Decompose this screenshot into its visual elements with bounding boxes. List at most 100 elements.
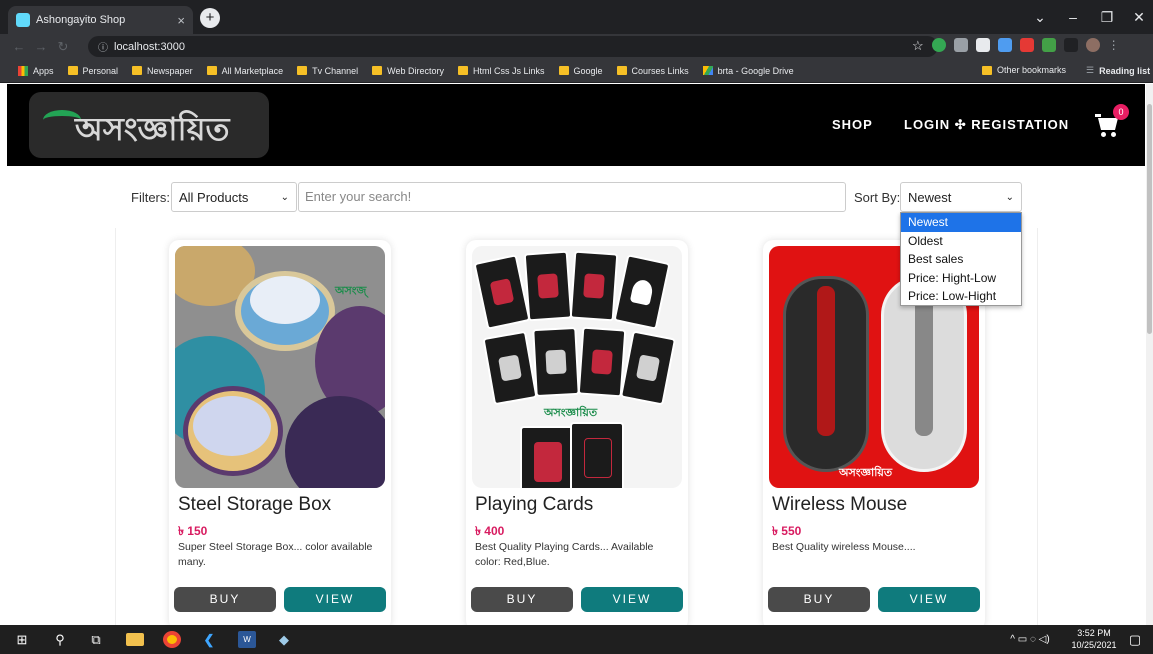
nav-login-registration-link[interactable]: LOGIN ✣ REGISTATION bbox=[904, 117, 1069, 133]
folder-icon bbox=[297, 66, 308, 75]
site-logo[interactable]: অসংজ্ঞায়িত bbox=[29, 92, 269, 158]
product-image-steel-storage-box[interactable]: অসংজ্ bbox=[175, 246, 385, 488]
sort-option-price-high-low[interactable]: Price: Hight-Low bbox=[901, 269, 1021, 288]
sort-option-newest[interactable]: Newest bbox=[901, 213, 1021, 232]
camera-extension-icon[interactable] bbox=[975, 38, 990, 52]
app-icon[interactable]: ◆ bbox=[276, 631, 292, 648]
page-scrollbar[interactable] bbox=[1146, 84, 1153, 625]
google-drive-icon bbox=[702, 66, 713, 75]
sort-option-price-low-high[interactable]: Price: Low-Hight bbox=[901, 287, 1021, 306]
red-extension-icon[interactable] bbox=[1019, 38, 1034, 52]
site-header: অসংজ্ঞায়িত SHOP LOGIN ✣ REGISTATION 0 bbox=[7, 84, 1145, 166]
chrome-icon[interactable] bbox=[163, 631, 181, 648]
bookmark-web-directory[interactable]: Web Directory bbox=[372, 66, 444, 76]
view-button[interactable]: VIEW bbox=[284, 587, 386, 612]
view-button[interactable]: VIEW bbox=[581, 587, 683, 612]
sort-label: Sort By: bbox=[854, 190, 901, 205]
chevron-down-icon: ⌄ bbox=[280, 191, 289, 203]
vscode-icon[interactable]: ❮ bbox=[200, 631, 218, 648]
bookmark-apps[interactable]: Apps bbox=[18, 65, 54, 76]
watermark-logo: অসংজ্ঞায়িত bbox=[839, 466, 893, 479]
browser-toolbar: ← → ↻ ⓘ localhost:3000 ☆ ⋮ bbox=[0, 34, 1153, 59]
sort-select[interactable]: Newest ⌄ bbox=[900, 182, 1022, 212]
menu-dots-icon[interactable]: ⋮ bbox=[1108, 38, 1122, 52]
folder-icon bbox=[616, 66, 627, 75]
product-description: Best Quality wireless Mouse.... bbox=[772, 541, 916, 553]
sort-dropdown: Newest Oldest Best sales Price: Hight-Lo… bbox=[900, 212, 1022, 306]
task-view-icon[interactable]: ⧉ bbox=[88, 631, 104, 648]
screenshot-extension-icon[interactable] bbox=[997, 38, 1012, 52]
puzzle-extension-icon[interactable] bbox=[1063, 38, 1078, 52]
folder-icon bbox=[206, 66, 217, 75]
taskbar-clock[interactable]: 3:52 PM 10/25/2021 bbox=[1068, 627, 1120, 651]
watermark-logo: অসংজ্ bbox=[335, 284, 367, 297]
folder-icon bbox=[558, 66, 569, 75]
chevron-down-icon[interactable]: ⌄ bbox=[1025, 4, 1055, 30]
reading-list[interactable]: ☰ Reading list bbox=[1086, 65, 1150, 76]
view-button[interactable]: VIEW bbox=[878, 587, 980, 612]
back-icon[interactable]: ← bbox=[8, 39, 30, 54]
reload-icon[interactable]: ↻ bbox=[52, 39, 74, 55]
sort-option-oldest[interactable]: Oldest bbox=[901, 232, 1021, 251]
product-image-playing-cards[interactable]: অসংজ্ঞায়িত bbox=[472, 246, 682, 488]
bookmark-star-icon[interactable]: ☆ bbox=[912, 38, 924, 54]
browser-tabbar: Ashongayito Shop × + ⌄ – ❐ ✕ bbox=[0, 0, 1153, 34]
file-explorer-icon[interactable] bbox=[126, 633, 144, 646]
product-card[interactable]: অসংজ্ঞায়িত Playing Cards ৳ 400 Best Qua… bbox=[466, 240, 688, 625]
bookmark-all-marketplace[interactable]: All Marketplace bbox=[206, 66, 283, 76]
scrollbar-thumb[interactable] bbox=[1147, 104, 1152, 334]
tab-title: Ashongayito Shop bbox=[36, 14, 126, 26]
sort-option-best-sales[interactable]: Best sales bbox=[901, 250, 1021, 269]
apps-grid-icon bbox=[18, 65, 28, 76]
bookmark-brta-google-drive[interactable]: brta - Google Drive bbox=[702, 66, 794, 76]
folder-icon bbox=[132, 66, 143, 75]
filters-label: Filters: bbox=[131, 190, 170, 205]
logo-text: অসংজ্ঞায়িত bbox=[75, 110, 230, 148]
word-icon[interactable]: W bbox=[238, 631, 256, 648]
folder-icon bbox=[67, 66, 78, 75]
green-extension-icon[interactable] bbox=[1041, 38, 1056, 52]
close-tab-icon[interactable]: × bbox=[177, 13, 185, 28]
windows-start-icon[interactable]: ⊞ bbox=[14, 631, 30, 648]
new-tab-button[interactable]: + bbox=[200, 8, 220, 28]
bookmark-newspaper[interactable]: Newspaper bbox=[132, 66, 193, 76]
browser-tab[interactable]: Ashongayito Shop × bbox=[8, 6, 193, 34]
buy-button[interactable]: BUY bbox=[768, 587, 870, 612]
nav-shop-link[interactable]: SHOP bbox=[832, 117, 873, 132]
product-description: Best Quality Playing Cards... Available … bbox=[475, 541, 654, 568]
bookmark-other[interactable]: Other bookmarks bbox=[982, 65, 1066, 75]
product-name: Wireless Mouse bbox=[772, 494, 908, 515]
close-window-button[interactable]: ✕ bbox=[1124, 4, 1153, 30]
address-text: localhost:3000 bbox=[114, 40, 185, 53]
info-icon: ⓘ bbox=[98, 43, 108, 54]
bookmark-personal[interactable]: Personal bbox=[67, 66, 118, 76]
profile-avatar-icon[interactable] bbox=[1085, 38, 1100, 52]
system-tray-icons[interactable]: ^ ▭ ◌ ◁) bbox=[1000, 631, 1060, 648]
chevron-down-icon: ⌄ bbox=[1005, 191, 1014, 203]
extension-icons: ☆ ⋮ bbox=[912, 38, 1122, 54]
bookmark-google[interactable]: Google bbox=[558, 66, 603, 76]
search-input[interactable]: Enter your search! bbox=[298, 182, 846, 212]
product-description: Super Steel Storage Box... color availab… bbox=[178, 541, 373, 568]
buy-button[interactable]: BUY bbox=[471, 587, 573, 612]
minimize-window-button[interactable]: – bbox=[1058, 4, 1088, 30]
extension-icon[interactable] bbox=[953, 38, 968, 52]
buy-button[interactable]: BUY bbox=[174, 587, 276, 612]
folder-icon bbox=[372, 66, 383, 75]
bookmark-tv-channel[interactable]: Tv Channel bbox=[297, 66, 358, 76]
address-bar[interactable]: ⓘ localhost:3000 bbox=[88, 36, 938, 57]
maximize-window-button[interactable]: ❐ bbox=[1092, 4, 1122, 30]
search-icon[interactable]: ⚲ bbox=[52, 631, 68, 648]
product-name: Playing Cards bbox=[475, 494, 594, 515]
cart-count-badge: 0 bbox=[1113, 104, 1129, 120]
bookmark-html-css-js-links[interactable]: Html Css Js Links bbox=[458, 66, 545, 76]
forward-icon[interactable]: → bbox=[30, 39, 52, 54]
notification-icon[interactable]: ▢ bbox=[1128, 631, 1142, 648]
product-name: Steel Storage Box bbox=[178, 494, 332, 515]
watermark-logo: অসংজ্ঞায়িত bbox=[544, 406, 598, 419]
bookmark-courses-links[interactable]: Courses Links bbox=[616, 66, 689, 76]
filter-select[interactable]: All Products ⌄ bbox=[171, 182, 297, 212]
grammarly-extension-icon[interactable] bbox=[931, 38, 946, 52]
product-card[interactable]: অসংজ্ Steel Storage Box ৳ 150 Super Stee… bbox=[169, 240, 391, 625]
react-favicon-icon bbox=[16, 13, 30, 27]
